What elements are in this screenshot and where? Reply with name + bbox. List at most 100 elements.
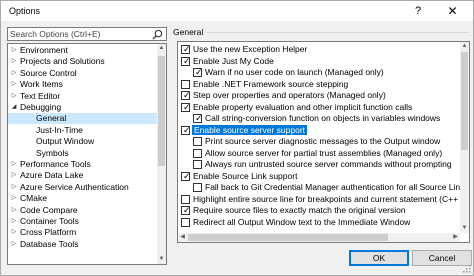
title-bar: Options ? ✕	[1, 1, 473, 21]
tree-item-label: Just-In-Time	[36, 124, 83, 135]
tree-item-container-tools[interactable]: ▷ Container Tools	[8, 216, 158, 227]
tree-item-label: General	[36, 113, 67, 124]
checkmark-icon: ✓	[195, 113, 203, 123]
tree-vertical-scrollbar[interactable]: ▲ ▼	[157, 44, 166, 264]
chevron-right-icon[interactable]: ▷	[10, 182, 18, 193]
option-label: Highlight entire source line for breakpo…	[193, 193, 470, 204]
chevron-right-icon[interactable]: ▷	[10, 79, 18, 90]
resize-grip-icon[interactable]	[463, 265, 471, 273]
checkmark-icon: ✓	[183, 170, 191, 181]
chevron-right-icon[interactable]: ▷	[10, 159, 18, 170]
tree-item-cmake[interactable]: ▷ CMake	[8, 193, 158, 204]
scroll-up-arrow-icon[interactable]: ▲	[460, 42, 469, 51]
checkbox[interactable]: ✓	[193, 67, 203, 77]
chevron-right-icon[interactable]: ▷	[10, 170, 18, 181]
tree-item-cross-platform[interactable]: ▷ Cross Platform	[8, 227, 158, 238]
tree-item-performance-tools[interactable]: ▷ Performance Tools	[8, 159, 158, 170]
checkbox[interactable]	[181, 79, 190, 89]
options-horizontal-scrollbar[interactable]: ◀ ▶	[178, 233, 460, 242]
checkmark-icon: ✓	[183, 44, 191, 54]
tree-item-label: Azure Service Authentication	[20, 181, 129, 192]
tree-item-source-control[interactable]: ▷ Source Control	[8, 68, 158, 79]
tree-item-general[interactable]: General	[8, 113, 158, 125]
tree-item-label: Azure Data Lake	[20, 170, 84, 181]
checkbox[interactable]: ✓	[181, 44, 191, 54]
tree-item-environment[interactable]: ▷ Environment	[8, 45, 158, 56]
tree-item-projects-and-solutions[interactable]: ▷ Projects and Solutions	[8, 56, 158, 67]
tree-item-work-items[interactable]: ▷ Work Items	[8, 79, 158, 90]
section-label: General	[173, 27, 204, 37]
checkmark-icon: ✓	[183, 101, 191, 112]
scroll-left-arrow-icon[interactable]: ◀	[178, 233, 187, 242]
scroll-thumb[interactable]	[158, 56, 165, 166]
scroll-down-arrow-icon[interactable]: ▼	[157, 255, 166, 264]
option-label: Warn if no user code on launch (Managed …	[205, 67, 384, 77]
tree-item-text-editor[interactable]: ▷ Text Editor	[8, 91, 158, 102]
checkbox[interactable]: ✓	[181, 56, 191, 66]
checkbox[interactable]: ✓	[193, 113, 203, 123]
option-label: Enable Source Link support	[193, 170, 298, 181]
checkbox[interactable]	[193, 160, 202, 169]
option-label: Allow source server for partial trust as…	[205, 147, 443, 158]
checkbox[interactable]: ✓	[181, 101, 191, 112]
tree-item-label: Container Tools	[20, 216, 79, 226]
option-label: Fall back to Git Credential Manager auth…	[205, 182, 470, 192]
options-vertical-scrollbar[interactable]: ▲ ▼	[460, 42, 469, 233]
checkbox[interactable]	[193, 183, 202, 192]
option-label: Call string-conversion function on objec…	[205, 113, 441, 123]
chevron-right-icon[interactable]: ▷	[10, 91, 18, 102]
chevron-right-icon[interactable]: ▷	[10, 193, 18, 204]
checkbox[interactable]	[181, 194, 190, 204]
chevron-right-icon[interactable]: ▷	[10, 205, 18, 216]
checkmark-icon: ✓	[183, 90, 191, 100]
tree-item-output-window[interactable]: Output Window	[8, 136, 158, 147]
chevron-right-icon[interactable]: ▷	[10, 45, 18, 56]
tree-item-debugging[interactable]: ◢ Debugging	[8, 102, 158, 113]
scroll-thumb[interactable]	[461, 52, 468, 150]
option-label: Enable property evaluation and other imp…	[193, 101, 413, 112]
tree-item-label: Source Control	[20, 67, 77, 78]
tree-item-label: CMake	[20, 193, 47, 204]
option-label: Enable Just My Code	[193, 55, 274, 66]
search-options-box[interactable]	[7, 27, 167, 41]
scroll-thumb[interactable]	[188, 234, 388, 241]
chevron-down-icon[interactable]: ◢	[10, 102, 18, 113]
cancel-button[interactable]: Cancel	[412, 250, 472, 266]
scroll-down-arrow-icon[interactable]: ▼	[460, 224, 469, 233]
tree-item-label: Environment	[20, 45, 68, 55]
chevron-right-icon[interactable]: ▷	[10, 239, 18, 250]
checkbox[interactable]: ✓	[181, 170, 191, 181]
checkbox[interactable]	[181, 217, 190, 227]
help-button[interactable]: ?	[404, 1, 432, 21]
tree-item-azure-service-authentication[interactable]: ▷ Azure Service Authentication	[8, 182, 158, 193]
option-label: Print source server diagnostic messages …	[205, 136, 441, 146]
tree-item-database-tools[interactable]: ▷ Database Tools	[8, 239, 158, 250]
checkbox[interactable]: ✓	[181, 125, 191, 135]
options-dialog: Options ? ✕ ▷Environment▷Projects and So…	[0, 0, 474, 276]
tree-item-azure-data-lake[interactable]: ▷ Azure Data Lake	[8, 170, 158, 181]
checkbox[interactable]	[193, 148, 202, 158]
scroll-up-arrow-icon[interactable]: ▲	[157, 44, 166, 53]
tree-item-label: Projects and Solutions	[20, 56, 105, 67]
checkbox[interactable]: ✓	[181, 205, 191, 215]
ok-button[interactable]: OK	[349, 250, 409, 266]
tree-item-symbols[interactable]: Symbols	[8, 148, 158, 159]
chevron-right-icon[interactable]: ▷	[10, 216, 18, 227]
checkbox[interactable]	[193, 137, 202, 146]
tree-item-just-in-time[interactable]: Just-In-Time	[8, 125, 158, 136]
option-label: Always run untrusted source server comma…	[205, 159, 452, 169]
checkbox[interactable]: ✓	[181, 90, 191, 100]
close-button[interactable]: ✕	[432, 1, 473, 21]
window-title: Options	[9, 6, 41, 16]
chevron-right-icon[interactable]: ▷	[10, 56, 18, 67]
tree-item-code-compare[interactable]: ▷ Code Compare	[8, 205, 158, 216]
scroll-right-arrow-icon[interactable]: ▶	[451, 233, 460, 242]
section-divider	[207, 32, 469, 33]
tree-item-label: Text Editor	[20, 90, 61, 101]
checkmark-icon: ✓	[195, 67, 203, 77]
general-options-list[interactable]: ✓ Use the new Exception Helper ✓ Enable Jus…	[177, 41, 470, 243]
options-tree[interactable]: ▷ Environment ▷ Projects and Solutions ▷ Sour…	[7, 43, 167, 265]
chevron-right-icon[interactable]: ▷	[10, 68, 18, 79]
search-input[interactable]	[10, 28, 148, 40]
chevron-right-icon[interactable]: ▷	[10, 227, 18, 238]
